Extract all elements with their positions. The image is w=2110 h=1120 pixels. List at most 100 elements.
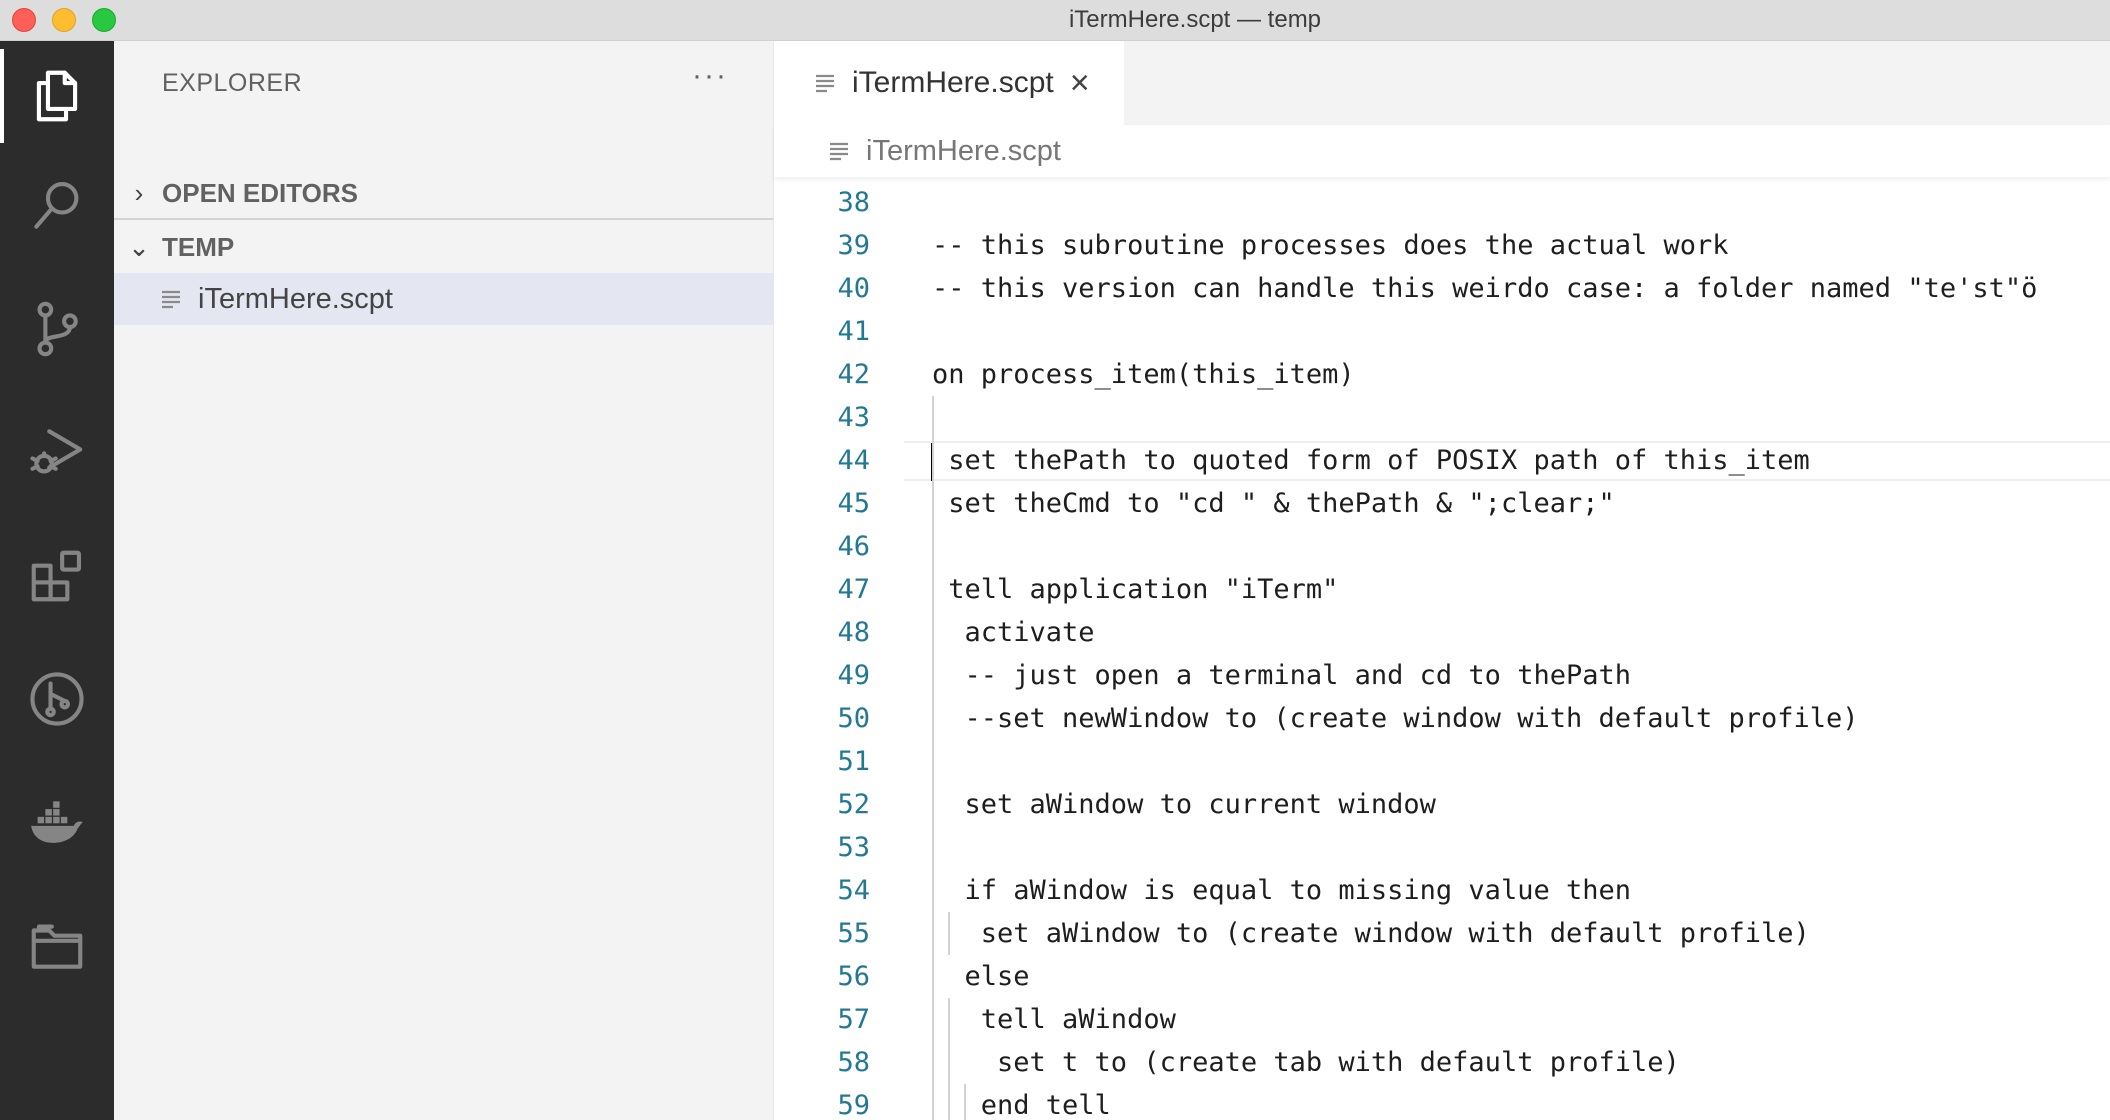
code-line: 56 else	[774, 955, 2110, 998]
code-line: 51	[774, 740, 2110, 783]
line-number: 57	[837, 1004, 870, 1035]
line-number: 41	[837, 316, 870, 347]
line-number: 42	[837, 359, 870, 390]
code-editor[interactable]: 38 39 -- this subroutine processes does th…	[774, 181, 2110, 1120]
files-icon	[36, 70, 78, 122]
code-line: 54 if aWindow is equal to missing value …	[774, 869, 2110, 912]
line-number: 58	[837, 1047, 870, 1078]
line-number: 39	[837, 230, 870, 261]
activity-git-graph[interactable]	[0, 644, 114, 754]
code-line: 55 set aWindow to (create window with de…	[774, 912, 2110, 955]
code-text: --set newWindow to (create window with d…	[932, 703, 1859, 734]
line-number: 49	[837, 660, 870, 691]
activity-bar	[0, 41, 114, 1120]
indent-guide	[964, 1084, 967, 1120]
file-lines-icon	[160, 288, 192, 310]
code-text: -- this version can handle this weirdo c…	[932, 273, 2038, 304]
line-number: 51	[837, 746, 870, 777]
search-icon	[34, 181, 79, 229]
more-actions-button[interactable]: ···	[692, 59, 728, 93]
line-number: 47	[837, 574, 870, 605]
file-name: iTermHere.scpt	[198, 282, 393, 315]
code-line: 43	[774, 396, 2110, 439]
line-number: 45	[837, 488, 870, 519]
section-label: OPEN EDITORS	[162, 177, 359, 208]
line-number: 59	[837, 1090, 870, 1120]
code-line: 46	[774, 525, 2110, 568]
line-number: 46	[837, 531, 870, 562]
tab-itermhere[interactable]: iTermHere.scpt ×	[774, 41, 1125, 125]
explorer-header: EXPLORER	[162, 69, 303, 97]
code-text: set aWindow to current window	[932, 789, 1436, 820]
line-number: 52	[837, 789, 870, 820]
code-text: -- just open a terminal and cd to thePat…	[932, 660, 1631, 691]
code-text: set aWindow to (create window with defau…	[932, 918, 1810, 949]
code-line: 58 set t to (create tab with default pro…	[774, 1041, 2110, 1084]
line-number: 54	[837, 875, 870, 906]
line-number: 38	[837, 187, 870, 218]
code-line: 59 end tell	[774, 1084, 2110, 1120]
code-line: 57 tell aWindow	[774, 998, 2110, 1041]
indent-guide	[948, 912, 951, 955]
code-text: else	[932, 961, 1030, 992]
code-line: 52 set aWindow to current window	[774, 783, 2110, 826]
code-line: 47 tell application "iTerm"	[774, 568, 2110, 611]
code-text: on process_item(this_item)	[932, 359, 1355, 390]
extensions-icon	[31, 550, 82, 602]
activity-explorer[interactable]	[0, 41, 114, 151]
code-line: 42 on process_item(this_item)	[774, 353, 2110, 396]
file-item-itermhere[interactable]: iTermHere.scpt	[114, 273, 773, 325]
editor-area: iTermHere.scpt × iTermHere.scpt 38 39 -- t…	[774, 41, 2110, 1120]
chevron-down-icon: ⌄	[128, 231, 150, 262]
window-title: iTermHere.scpt — temp	[1068, 6, 1322, 33]
code-text: if aWindow is equal to missing value the…	[932, 875, 1631, 906]
source-control-icon	[37, 301, 78, 357]
code-text: set t to (create tab with default profil…	[932, 1047, 1680, 1078]
line-number: 44	[837, 445, 870, 476]
git-graph-icon	[30, 672, 84, 726]
line-number: 55	[837, 918, 870, 949]
code-text: tell aWindow	[932, 1004, 1176, 1035]
indent-guide	[948, 998, 951, 1120]
line-number: 40	[837, 273, 870, 304]
tab-bar: iTermHere.scpt ×	[774, 41, 2110, 125]
code-line: 49 -- just open a terminal and cd to the…	[774, 654, 2110, 697]
activity-search[interactable]	[0, 151, 114, 261]
section-open-editors[interactable]: › OPEN EDITORS	[114, 168, 773, 220]
activity-folder[interactable]	[0, 891, 114, 1001]
code-line: 53	[774, 826, 2110, 869]
title-bar: iTermHere.scpt — temp	[0, 0, 2110, 41]
code-line: 38	[774, 181, 2110, 224]
line-number: 43	[837, 402, 870, 433]
line-number: 48	[837, 617, 870, 648]
tab-label: iTermHere.scpt	[852, 66, 1054, 99]
breadcrumb-item[interactable]: iTermHere.scpt	[866, 135, 1061, 168]
file-lines-icon	[828, 140, 856, 162]
code-line: 45 set theCmd to "cd " & thePath & ";cle…	[774, 482, 2110, 525]
line-number: 50	[837, 703, 870, 734]
code-line: 48 activate	[774, 611, 2110, 654]
line-number: 56	[837, 961, 870, 992]
activity-extensions[interactable]	[0, 521, 114, 631]
breadcrumb: iTermHere.scpt	[774, 125, 2110, 177]
indent-guide	[932, 396, 934, 1120]
code-line: 44 set thePath to quoted form of POSIX p…	[774, 439, 2110, 482]
docker-icon	[31, 801, 83, 843]
explorer-sidebar: EXPLORER ··· › OPEN EDITORS ⌄ TEMP iTerm…	[114, 41, 774, 1120]
section-temp-folder[interactable]: ⌄ TEMP	[114, 221, 773, 273]
run-debug-icon	[30, 429, 83, 474]
code-text: set thePath to quoted form of POSIX path…	[932, 445, 1810, 476]
code-text: -- this subroutine processes does the ac…	[932, 230, 1729, 261]
chevron-right-icon: ›	[134, 177, 144, 208]
code-line: 50 --set newWindow to (create window wit…	[774, 697, 2110, 740]
code-line: 39 -- this subroutine processes does the …	[774, 224, 2110, 267]
line-number: 53	[837, 832, 870, 863]
close-icon[interactable]: ×	[1070, 66, 1090, 100]
code-line: 41	[774, 310, 2110, 353]
code-text: set theCmd to "cd " & thePath & ";clear;…	[932, 488, 1615, 519]
activity-source-control[interactable]	[0, 274, 114, 384]
code-text: activate	[932, 617, 1095, 648]
activity-run-debug[interactable]	[0, 397, 114, 507]
activity-docker[interactable]	[0, 767, 114, 877]
file-lines-icon	[814, 72, 840, 94]
